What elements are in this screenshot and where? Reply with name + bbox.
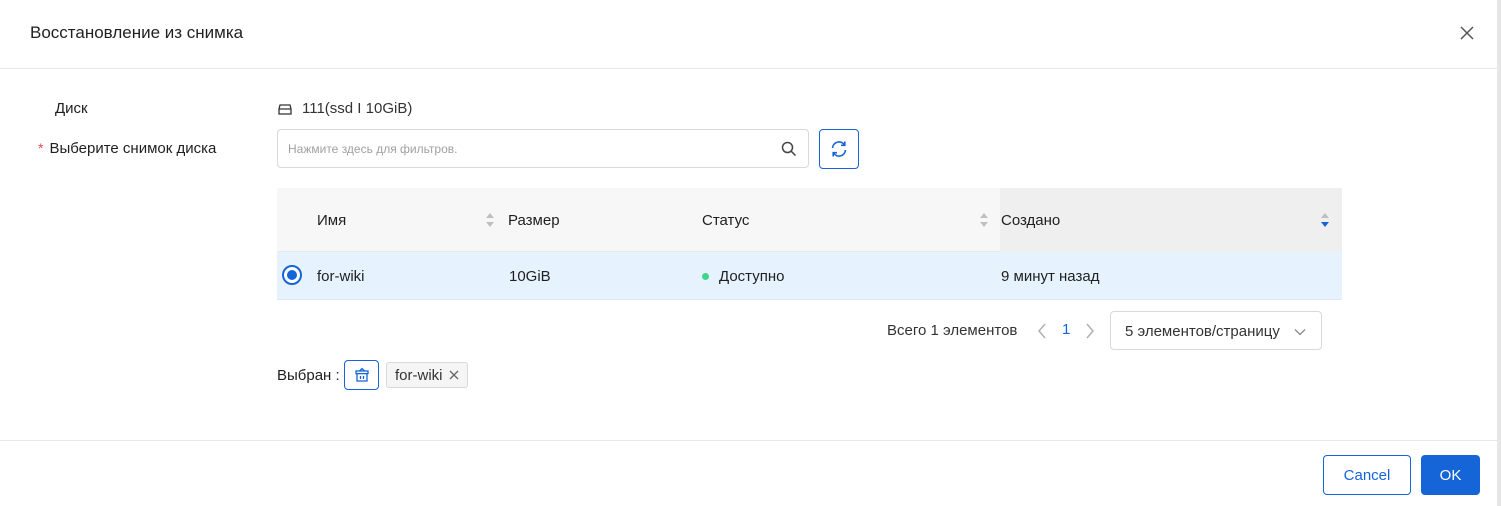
selected-tag-label: for-wiki	[395, 366, 443, 384]
page-number[interactable]: 1	[1062, 321, 1070, 338]
scrollbar[interactable]	[1497, 0, 1501, 506]
sort-desc-icon[interactable]	[1320, 212, 1330, 228]
table-header: Имя Размер Статус Создано	[277, 188, 1342, 252]
selected-label: Выбран :	[277, 367, 340, 384]
refresh-icon	[831, 141, 847, 157]
column-header-size: Размер	[508, 211, 560, 229]
page-size-select[interactable]: 5 элементов/страницу	[1110, 311, 1322, 350]
close-icon[interactable]	[449, 370, 459, 380]
selected-tag: for-wiki	[386, 362, 468, 388]
snapshot-label: * Выберите снимок диска	[38, 140, 216, 157]
sort-icon[interactable]	[979, 212, 989, 228]
disk-label: Диск	[55, 100, 88, 117]
disk-value-text: 111(ssd I 10GiB)	[302, 100, 413, 117]
sort-icon[interactable]	[485, 212, 495, 228]
column-header-name[interactable]: Имя	[317, 188, 346, 252]
dialog-title: Восстановление из снимка	[30, 23, 244, 42]
required-mark: *	[38, 140, 44, 156]
pagination: Всего 1 элементов 1 5 элементов/страницу	[0, 311, 1501, 351]
cell-status-text: Доступно	[719, 267, 785, 285]
restore-snapshot-dialog: Восстановление из снимка Диск 111(ssd I …	[0, 0, 1497, 506]
disk-value: 111(ssd I 10GiB)	[278, 100, 412, 117]
table-row[interactable]: for-wiki 10GiB Доступно 9 минут назад	[277, 252, 1342, 300]
next-page-icon[interactable]	[1082, 321, 1098, 341]
filter-search-input[interactable]	[288, 139, 768, 159]
column-header-status[interactable]: Статус	[702, 188, 749, 252]
basket-icon	[354, 367, 369, 382]
column-header-created-label: Создано	[1001, 211, 1061, 229]
disk-icon	[278, 103, 292, 115]
cell-size: 10GiB	[509, 267, 551, 285]
chevron-down-icon	[1294, 329, 1306, 336]
search-icon[interactable]	[780, 140, 798, 158]
selected-items-button[interactable]	[344, 360, 379, 390]
page-size-value: 5 элементов/страницу	[1125, 323, 1280, 340]
snapshot-label-text: Выберите снимок диска	[49, 140, 217, 157]
refresh-button[interactable]	[819, 129, 859, 169]
status-dot-icon	[702, 272, 709, 280]
row-select-radio[interactable]	[282, 265, 302, 285]
cancel-button[interactable]: Cancel	[1323, 455, 1411, 495]
filter-search-box[interactable]	[277, 129, 809, 168]
close-icon[interactable]	[1456, 22, 1478, 44]
cell-name: for-wiki	[317, 267, 365, 285]
cell-created: 9 минут назад	[1001, 267, 1100, 285]
dialog-header: Восстановление из снимка	[0, 0, 1497, 69]
column-header-created[interactable]: Создано	[1000, 188, 1342, 252]
pagination-total: Всего 1 элементов	[887, 322, 1018, 339]
cell-status: Доступно	[702, 252, 784, 300]
dialog-footer: Cancel OK	[0, 440, 1497, 506]
snapshot-table: Имя Размер Статус Создано for-wiki 10GiB…	[277, 188, 1342, 300]
prev-page-icon[interactable]	[1034, 321, 1050, 341]
ok-button[interactable]: OK	[1421, 455, 1480, 495]
